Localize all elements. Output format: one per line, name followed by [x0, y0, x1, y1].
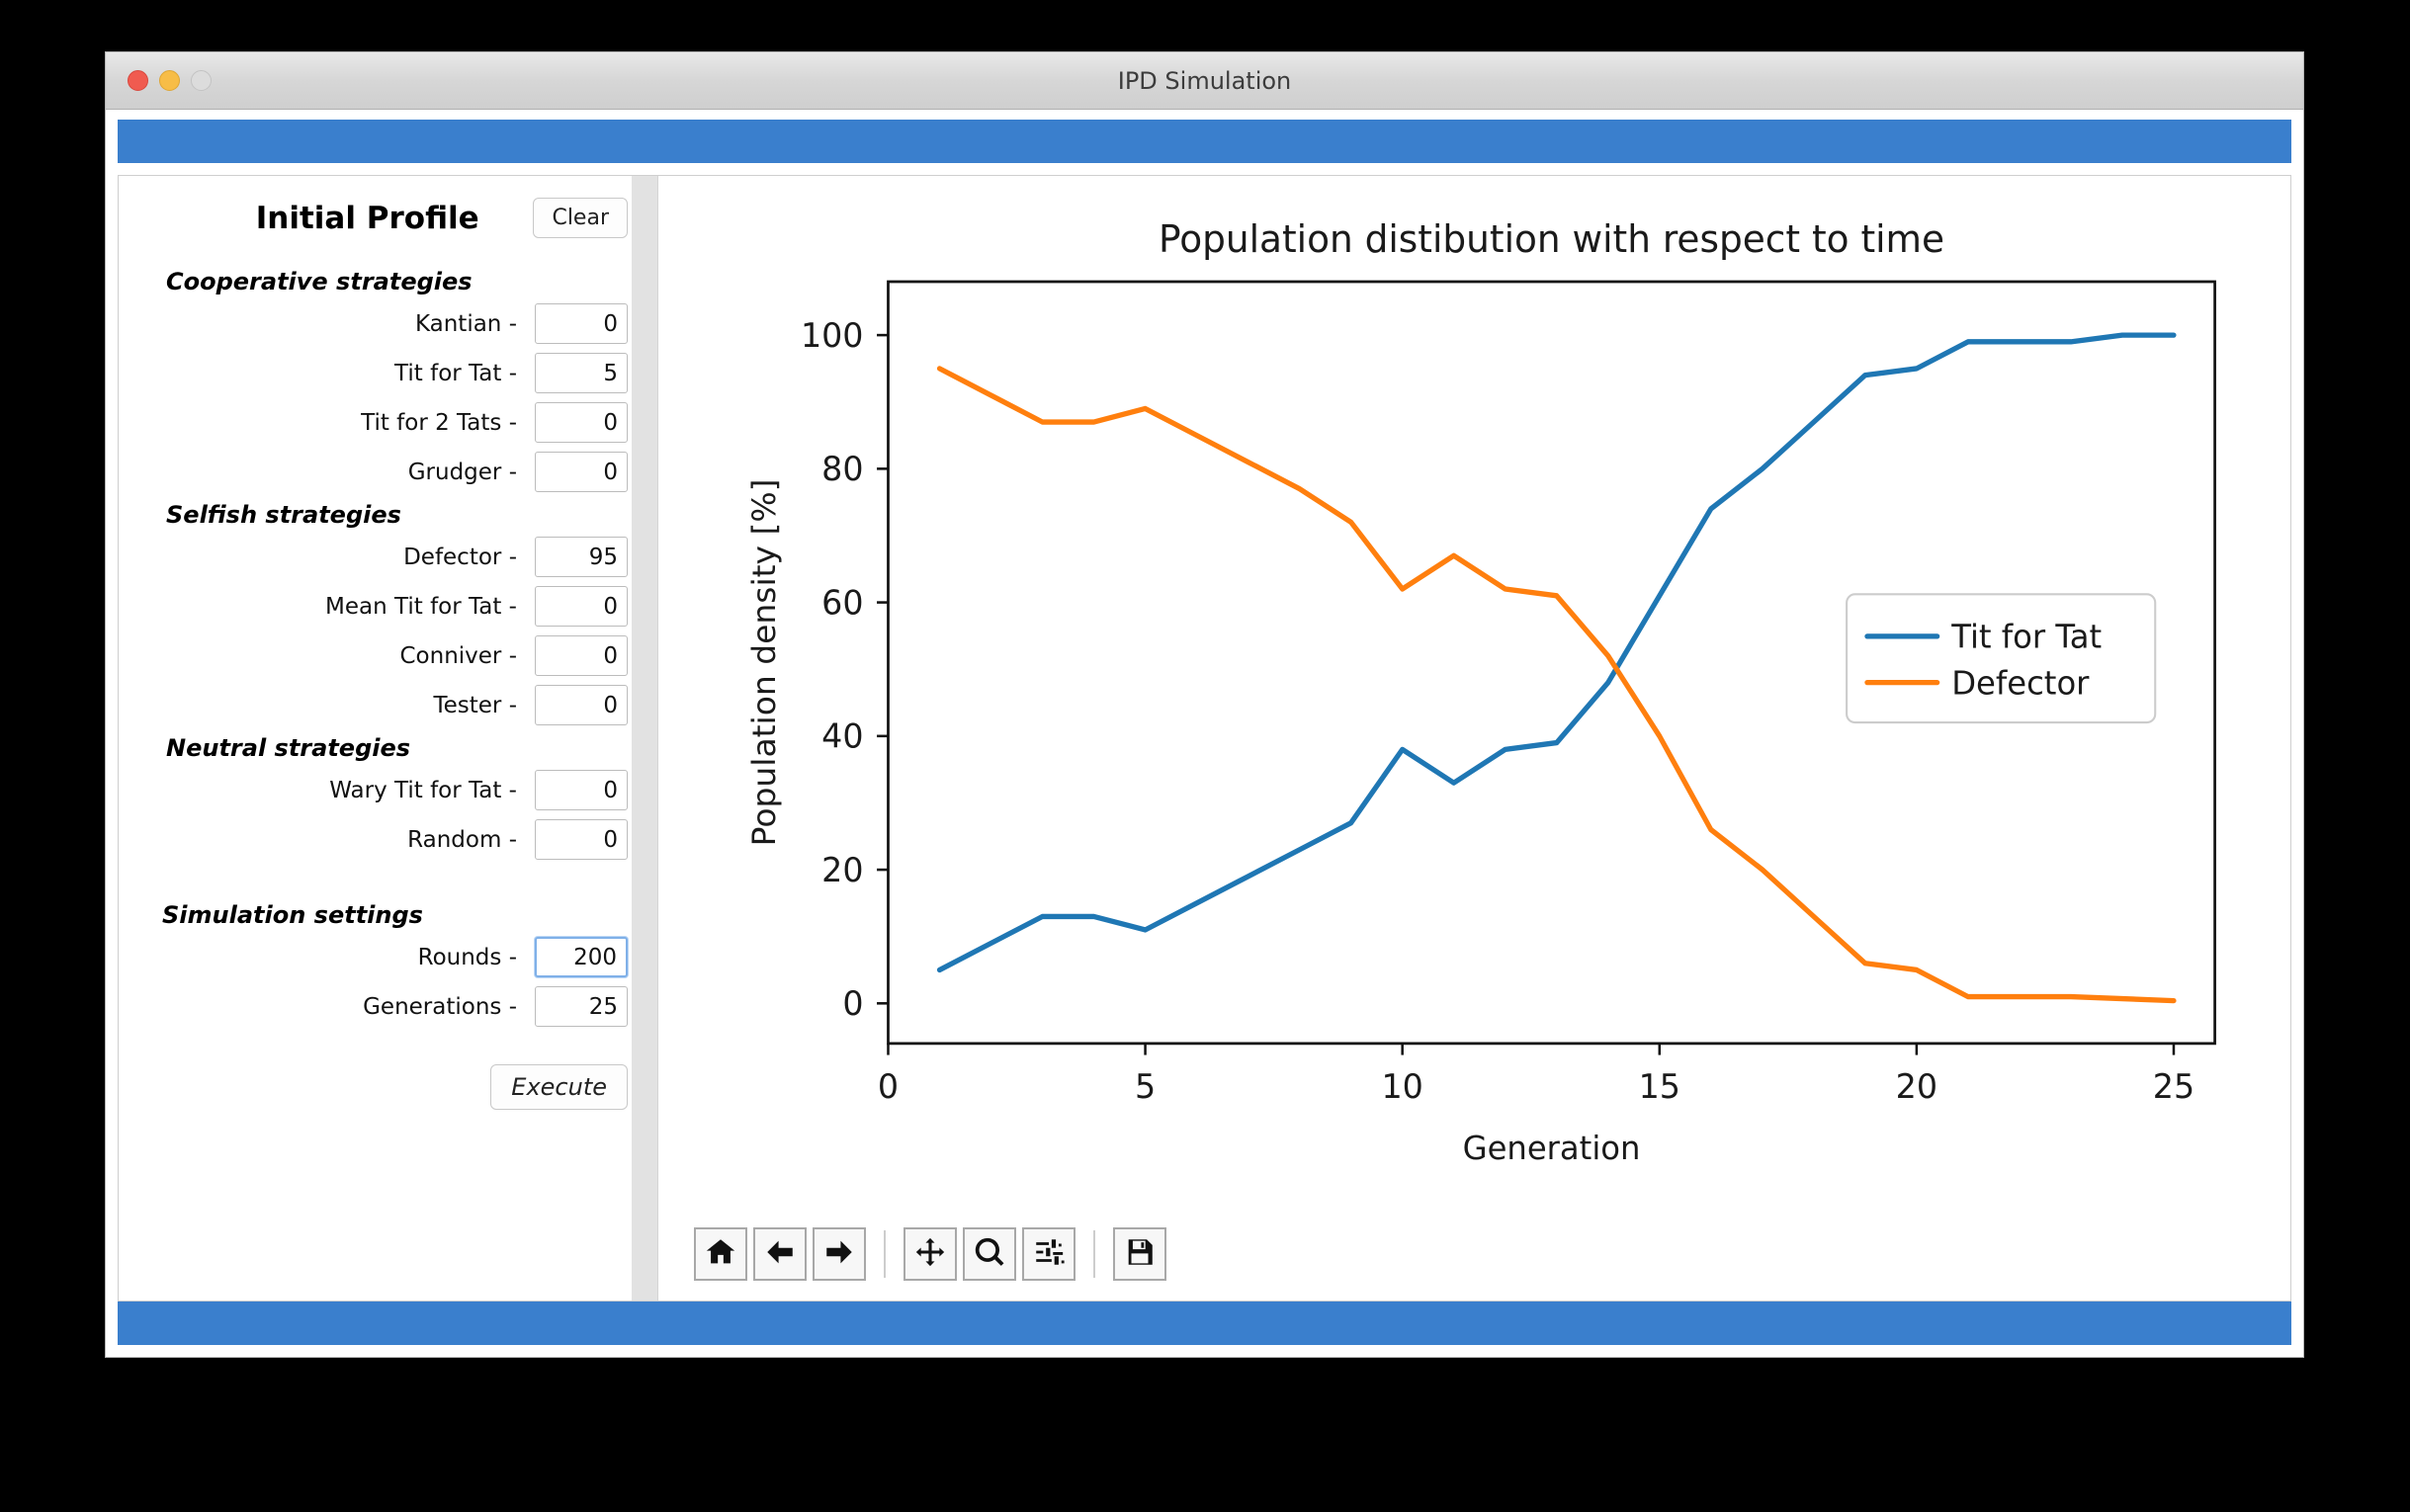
strategy-row: Tit for Tat - — [148, 353, 628, 393]
sliders-icon — [1032, 1235, 1066, 1273]
strategy-row: Mean Tit for Tat - — [148, 586, 628, 627]
y-axis-label: Population density [%] — [745, 479, 783, 847]
y-tick-label: 20 — [821, 850, 863, 888]
x-axis-label: Generation — [1463, 1130, 1641, 1167]
execute-row: Execute — [148, 1064, 628, 1110]
generations-input[interactable] — [535, 986, 628, 1027]
x-tick-label: 25 — [2153, 1067, 2195, 1106]
toolbar-separator — [1093, 1230, 1095, 1278]
strategy-row: Generations - — [148, 986, 628, 1027]
group-title-cooperative-strategies: Cooperative strategies — [166, 268, 473, 295]
page-title: Initial Profile — [255, 200, 479, 236]
x-tick-label: 0 — [878, 1067, 899, 1106]
window-title: IPD Simulation — [1117, 66, 1292, 95]
window-titlebar: IPD Simulation — [106, 52, 2303, 110]
strategy-row: Defector - — [148, 537, 628, 577]
x-tick-label: 5 — [1135, 1067, 1156, 1106]
conniver-label: Conniver - — [399, 642, 517, 669]
clear-button[interactable]: Clear — [533, 198, 628, 238]
y-tick-label: 100 — [801, 315, 864, 354]
arrow-right-button[interactable] — [813, 1227, 866, 1281]
kantian-label: Kantian - — [414, 310, 517, 337]
population-density-line-chart: Population distibution with respect to t… — [745, 217, 2216, 1167]
magnifier-icon — [973, 1235, 1006, 1273]
strategy-row: Random - — [148, 819, 628, 860]
bottom-accent-band — [118, 1302, 2291, 1345]
y-tick-label: 0 — [842, 984, 863, 1023]
legend-label-defector: Defector — [1951, 664, 2090, 702]
defector-input[interactable] — [535, 537, 628, 577]
move-icon — [913, 1235, 947, 1273]
chart-legend — [1846, 593, 2157, 724]
top-accent-band — [118, 120, 2291, 163]
legend-label-tit-for-tat: Tit for Tat — [1950, 618, 2102, 655]
generations-label: Generations - — [363, 993, 517, 1020]
arrow-left-button[interactable] — [753, 1227, 807, 1281]
strategy-groups: Cooperative strategies Kantian - Tit for T… — [148, 268, 628, 860]
sidebar-scrollbar[interactable] — [632, 176, 657, 1301]
initial-profile-panel: Initial Profile Clear Cooperative strate… — [119, 176, 658, 1301]
strategy-row: Wary Tit for Tat - — [148, 770, 628, 810]
kantian-input[interactable] — [535, 303, 628, 344]
plot-panel: Population distibution with respect to t… — [658, 176, 2290, 1301]
y-tick-label: 80 — [821, 450, 863, 488]
random-label: Random - — [407, 826, 517, 853]
tester-input[interactable] — [535, 685, 628, 725]
magnifier-button[interactable] — [963, 1227, 1016, 1281]
defector-label: Defector - — [403, 544, 517, 570]
group-title-selfish-strategies: Selfish strategies — [166, 501, 401, 529]
matplotlib-navigation-toolbar — [672, 1212, 2277, 1297]
sliders-button[interactable] — [1022, 1227, 1076, 1281]
mean-tit-for-tat-input[interactable] — [535, 586, 628, 627]
strategy-row: Kantian - — [148, 303, 628, 344]
panel-header: Initial Profile Clear — [148, 198, 628, 238]
home-button[interactable] — [694, 1227, 747, 1281]
conniver-input[interactable] — [535, 635, 628, 676]
rounds-input[interactable] — [535, 937, 628, 977]
tit-for-2-tats-label: Tit for 2 Tats - — [361, 409, 517, 436]
tester-label: Tester - — [433, 692, 517, 718]
y-tick-label: 60 — [821, 583, 863, 622]
arrow-right-icon — [822, 1235, 856, 1273]
tit-for-tat-input[interactable] — [535, 353, 628, 393]
x-tick-label: 10 — [1381, 1067, 1422, 1106]
grudger-label: Grudger - — [407, 459, 517, 485]
main-content: Initial Profile Clear Cooperative strate… — [118, 175, 2291, 1302]
simulation-settings-title: Simulation settings — [162, 901, 423, 929]
rounds-label: Rounds - — [417, 944, 517, 970]
wary-tit-for-tat-input[interactable] — [535, 770, 628, 810]
mean-tit-for-tat-label: Mean Tit for Tat - — [325, 593, 517, 620]
floppy-disk-button[interactable] — [1113, 1227, 1166, 1281]
strategy-row: Grudger - — [148, 452, 628, 492]
execute-button[interactable]: Execute — [490, 1064, 628, 1110]
grudger-input[interactable] — [535, 452, 628, 492]
tit-for-2-tats-input[interactable] — [535, 402, 628, 443]
strategy-row: Rounds - — [148, 937, 628, 977]
move-button[interactable] — [904, 1227, 957, 1281]
random-input[interactable] — [535, 819, 628, 860]
arrow-left-icon — [763, 1235, 797, 1273]
matplotlib-figure: Population distibution with respect to t… — [672, 182, 2277, 1212]
x-tick-label: 20 — [1896, 1067, 1937, 1106]
group-title-neutral-strategies: Neutral strategies — [166, 734, 411, 762]
wary-tit-for-tat-label: Wary Tit for Tat - — [329, 777, 517, 803]
strategy-row: Conniver - — [148, 635, 628, 676]
strategy-row: Tester - — [148, 685, 628, 725]
strategy-row: Tit for 2 Tats - — [148, 402, 628, 443]
x-tick-label: 15 — [1639, 1067, 1680, 1106]
chart-title: Population distibution with respect to t… — [1159, 217, 1944, 261]
floppy-disk-icon — [1123, 1235, 1157, 1273]
tit-for-tat-label: Tit for Tat - — [394, 360, 517, 386]
y-tick-label: 40 — [821, 716, 863, 755]
toolbar-separator — [884, 1230, 886, 1278]
home-icon — [704, 1235, 737, 1273]
simulation-settings-rows: Rounds - Generations - — [148, 937, 628, 1027]
application-window: IPD Simulation Initial Profile Clear Coo… — [105, 51, 2304, 1358]
